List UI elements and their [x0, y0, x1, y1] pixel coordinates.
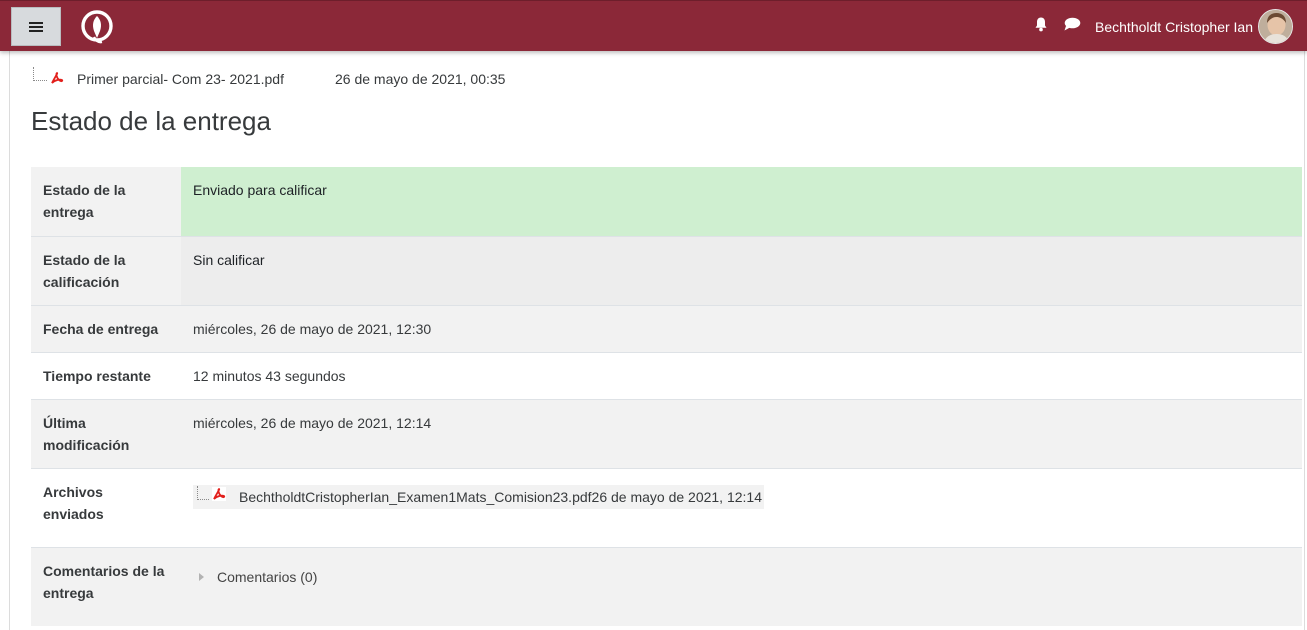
content-right-border — [1304, 51, 1305, 630]
user-name[interactable]: Bechtholdt Cristopher Ian — [1095, 19, 1253, 35]
pdf-icon — [211, 486, 227, 508]
time-remaining-value: 12 minutos 43 segundos — [181, 351, 1302, 399]
avatar[interactable] — [1258, 9, 1293, 44]
intro-file-date: 26 de mayo de 2021, 00:35 — [334, 71, 506, 87]
submitted-file-link[interactable]: BechtholdtCristopherIan_Examen1Mats_Comi… — [239, 486, 592, 508]
comments-link[interactable]: Comentarios (0) — [217, 566, 317, 588]
hamburger-icon — [29, 21, 43, 32]
tree-connector — [197, 485, 209, 500]
last-modified-label: Última modificación — [31, 398, 181, 468]
submission-status-table: Estado de la entrega Enviado para califi… — [31, 167, 1302, 626]
chat-bubble-icon[interactable] — [1063, 16, 1081, 37]
bell-icon[interactable] — [1033, 16, 1049, 37]
submitted-files-value: BechtholdtCristopherIan_Examen1Mats_Comi… — [181, 467, 1302, 547]
last-modified-value: miércoles, 26 de mayo de 2021, 12:14 — [181, 398, 1302, 468]
top-navbar: Bechtholdt Cristopher Ian — [0, 0, 1307, 51]
pdf-icon — [49, 70, 65, 89]
label-text: entrega — [43, 584, 94, 601]
submission-status-label: Estado de la entrega — [31, 167, 181, 236]
intro-file-link[interactable]: Primer parcial- Com 23- 2021.pdf — [77, 71, 284, 87]
table-row: Comentarios de la entrega Comentarios (0… — [31, 546, 1302, 626]
label-text: Comentarios de la — [43, 562, 165, 579]
table-row: Última modificación miércoles, 26 de may… — [31, 398, 1302, 468]
content-left-border — [9, 51, 10, 630]
grading-status-value: Sin calificar — [181, 235, 1302, 305]
due-date-value: miércoles, 26 de mayo de 2021, 12:30 — [181, 304, 1302, 352]
label-text: Archivos — [43, 483, 103, 500]
submission-comments-label: Comentarios de la entrega — [31, 546, 181, 626]
page-title: Estado de la entrega — [31, 106, 271, 136]
submission-status-value: Enviado para calificar — [181, 167, 1302, 236]
label-text: enviados — [43, 505, 104, 522]
submission-comments-value: Comentarios (0) — [181, 546, 1302, 626]
due-date-label: Fecha de entrega — [31, 304, 181, 352]
comments-toggle[interactable]: Comentarios (0) — [193, 566, 1290, 588]
intro-attachment: Primer parcial- Com 23- 2021.pdf 26 de m… — [33, 66, 505, 92]
table-row: Estado de la calificación Sin calificar — [31, 235, 1302, 305]
submitted-file-item: BechtholdtCristopherIan_Examen1Mats_Comi… — [193, 484, 764, 509]
grading-status-label: Estado de la calificación — [31, 235, 181, 305]
menu-toggle-button[interactable] — [11, 7, 61, 46]
caret-right-icon — [199, 572, 204, 581]
submitted-file-date: 26 de mayo de 2021, 12:14 — [591, 488, 762, 505]
label-text: Estado de la — [43, 182, 126, 198]
site-logo[interactable] — [80, 10, 114, 44]
tree-connector — [33, 67, 47, 81]
time-remaining-label: Tiempo restante — [31, 351, 181, 399]
table-row: Archivos enviados BechtholdtCristopherIa… — [31, 467, 1302, 547]
label-text: modificación — [43, 436, 130, 453]
label-text: Estado de la — [43, 251, 126, 268]
label-text: calificación — [43, 273, 120, 290]
table-row: Tiempo restante 12 minutos 43 segundos — [31, 351, 1302, 399]
label-text: entrega — [43, 204, 94, 220]
table-row: Fecha de entrega miércoles, 26 de mayo d… — [31, 304, 1302, 352]
table-row: Estado de la entrega Enviado para califi… — [31, 167, 1302, 236]
label-text: Última — [43, 414, 86, 431]
submitted-files-label: Archivos enviados — [31, 467, 181, 547]
